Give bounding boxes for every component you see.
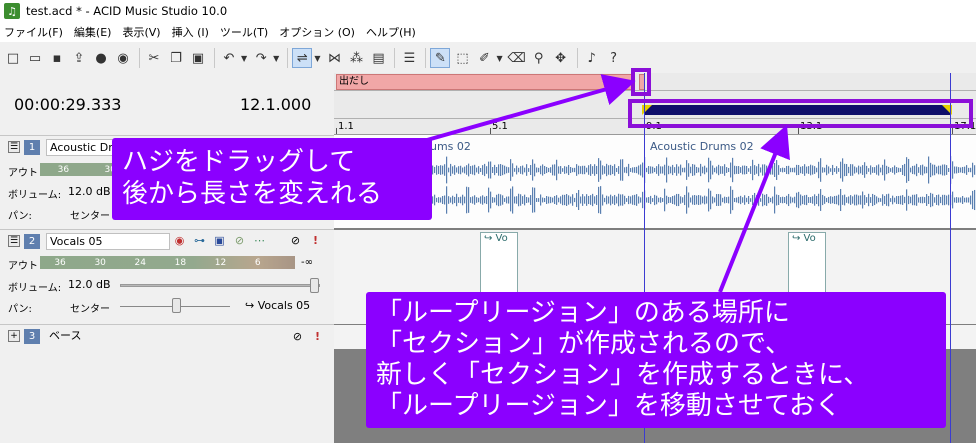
- callout-resize: ハジをドラッグして 後から長さを変えれる: [112, 138, 432, 220]
- callout-text: 「ループリージョン」のある場所に: [376, 298, 790, 328]
- callout-text: 「ループリージョン」を移動させておく: [376, 391, 842, 421]
- callout-text: 後から長さを変えれる: [122, 179, 383, 209]
- callout-text: 新しく「セクション」を作成するときに、: [376, 360, 870, 390]
- arrow-to-loop-region: [718, 124, 790, 293]
- callout-text: 「セクション」が作成されるので、: [376, 329, 791, 359]
- callout-text: ハジをドラッグして: [122, 147, 356, 177]
- arrow-to-section-handle: [419, 74, 636, 144]
- callout-loop-region: 「ループリージョン」のある場所に 「セクション」が作成されるので、 新しく「セク…: [366, 292, 946, 428]
